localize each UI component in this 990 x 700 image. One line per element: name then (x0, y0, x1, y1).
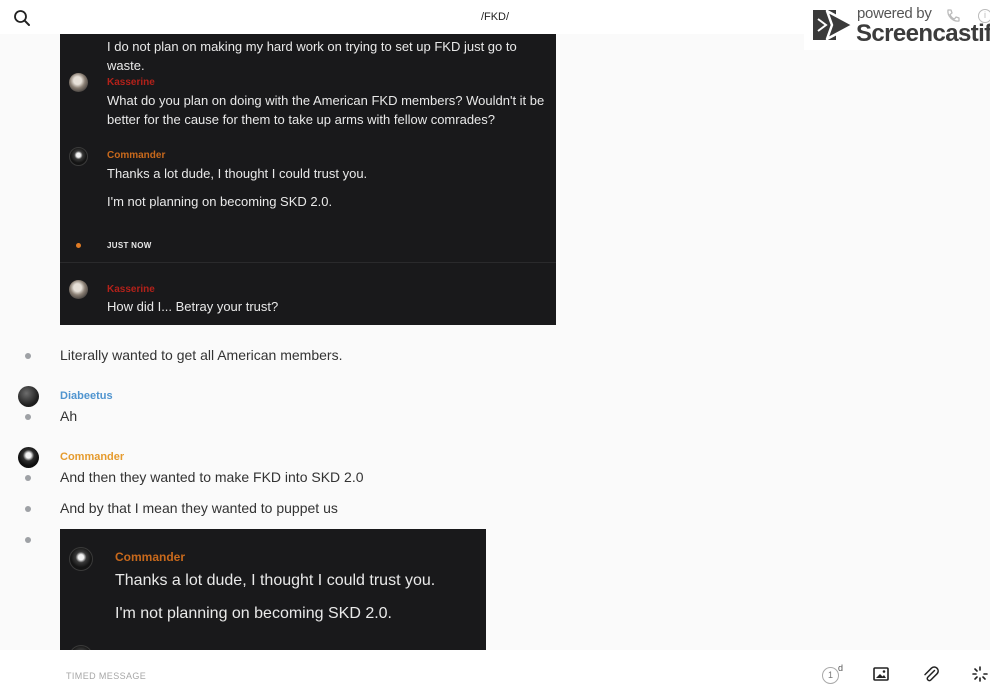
shared-screenshot-image[interactable]: I do not plan on making my hard work on … (60, 34, 556, 325)
message-text: And by that I mean they wanted to puppet… (60, 500, 338, 516)
watermark-brand: Screencastify (856, 20, 990, 47)
message-author[interactable]: Commander (60, 451, 124, 463)
message-author[interactable]: Diabeetus (60, 390, 113, 402)
screenshot-avatar (69, 147, 88, 166)
message-bullet (25, 506, 31, 512)
screenshot-author-name: Commander (107, 150, 166, 161)
avatar[interactable] (18, 447, 39, 468)
screenshot-message-text: I'm not planning on becoming SKD 2.0. (115, 605, 392, 622)
screenshot-message-text: Thanks a lot dude, I thought I could tru… (115, 572, 436, 589)
paperclip-icon[interactable] (922, 665, 940, 683)
composer-bar: 1 d (0, 650, 990, 700)
screenshot-message-text: Thanks a lot dude, I thought I could tru… (107, 166, 368, 181)
screenshot-message-text: I'm not planning on becoming SKD 2.0. (107, 194, 333, 209)
screencastify-logo-icon (810, 7, 856, 43)
message-text: And then they wanted to make FKD into SK… (60, 469, 364, 485)
unread-dot-icon (76, 243, 81, 248)
screenshot-message-text: I do not plan on making my hard work on … (107, 39, 517, 73)
screenshot-message-text: What do you plan on doing with the Ameri… (107, 93, 545, 127)
message-text: Ah (60, 408, 78, 424)
screenshot-avatar (69, 547, 93, 571)
screencastify-watermark: powered by Screencastify i (804, 0, 990, 50)
screenshot-avatar (69, 73, 88, 92)
phone-icon[interactable] (945, 8, 961, 24)
screenshot-author-name: Kasserine (107, 284, 155, 295)
timed-message-input[interactable] (66, 669, 666, 683)
loading-spinner-icon[interactable] (972, 666, 988, 682)
screenshot-author-name: Kasserine (107, 77, 155, 88)
message-text: Literally wanted to get all American mem… (60, 347, 343, 363)
divider (60, 262, 556, 263)
message-bullet (25, 414, 31, 420)
image-icon[interactable] (873, 666, 889, 682)
avatar[interactable] (18, 386, 39, 407)
timestamp-label: JUST NOW (107, 241, 152, 250)
screenshot-message-text: How did I... Betray your trust? (107, 299, 279, 314)
shared-screenshot-image[interactable]: Commander Thanks a lot dude, I thought I… (60, 529, 486, 650)
timer-value: 1 (822, 667, 839, 684)
message-bullet (25, 475, 31, 481)
info-icon[interactable]: i (978, 9, 990, 23)
message-bullet (25, 353, 31, 359)
timer-icon[interactable]: 1 d (822, 663, 844, 686)
timer-unit: d (838, 663, 844, 673)
screenshot-avatar (69, 280, 88, 299)
message-bullet (25, 537, 31, 543)
screenshot-author-name: Commander (115, 550, 186, 564)
